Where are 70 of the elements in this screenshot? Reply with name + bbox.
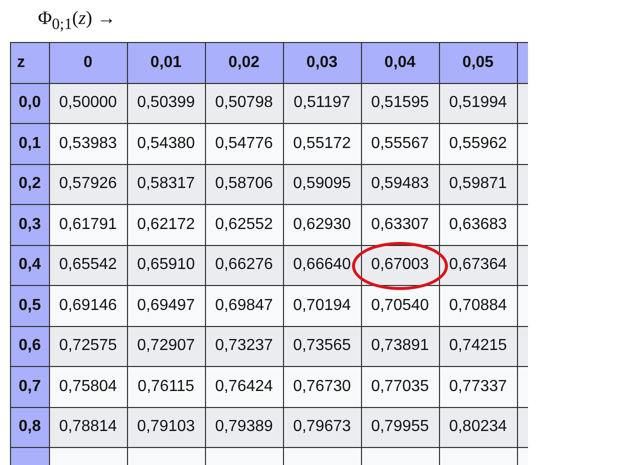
- table-cell: 0,66276: [205, 245, 283, 286]
- table-cell: 0,65542: [49, 245, 127, 286]
- table-cell: 0,79389: [205, 407, 283, 448]
- table-cell: 0,54380: [127, 124, 205, 164]
- table-cell: 0,51595: [361, 83, 439, 124]
- row-header: 0,8: [10, 407, 49, 448]
- table-cell: 0,79673: [283, 407, 361, 448]
- table-cell: 0,80234: [439, 407, 517, 448]
- table-cell: 0,70194: [283, 286, 361, 326]
- row-header: 0,2: [10, 164, 49, 204]
- column-header: 0,04: [361, 42, 439, 83]
- table-cell: 0,58706: [205, 164, 283, 204]
- table-cell: 0,76730: [283, 366, 361, 407]
- table-cell: 0,50000: [49, 83, 127, 124]
- table-cell: 0,69847: [205, 286, 283, 326]
- table-cell: 0,76424: [205, 366, 283, 407]
- row-header: 0,4: [10, 245, 49, 286]
- row-header: 0,1: [10, 124, 49, 164]
- table-cell: 0,58317: [127, 164, 205, 204]
- table-cell: 0,77337: [439, 366, 517, 407]
- column-header: 0: [49, 42, 127, 83]
- table-cell: 0,70540: [361, 286, 439, 326]
- table-cell: 0,61791: [49, 204, 127, 245]
- table-cell: 0,75804: [49, 366, 127, 407]
- table-cell: 0,76115: [127, 366, 205, 407]
- formula-title: Φ$_{0;1}$(z) →: [37, 7, 116, 35]
- table-cell: 0,59483: [361, 164, 439, 204]
- table-cell: 0,59095: [283, 164, 361, 204]
- table-cell: 0,69146: [49, 286, 127, 326]
- table-cell: 0,73891: [361, 326, 439, 366]
- table-cell: 0,63307: [361, 204, 439, 245]
- column-header: 0,03: [283, 42, 361, 83]
- table-cell: 0,78814: [49, 407, 127, 448]
- column-header: z: [10, 42, 49, 83]
- table-cell: 0,54776: [205, 124, 283, 164]
- row-header: 0,7: [10, 366, 49, 407]
- row-header: 0,3: [10, 204, 49, 245]
- row-header: 0,5: [10, 286, 49, 326]
- table-cell: 0,57926: [49, 164, 127, 204]
- table-cell: 0,69497: [127, 286, 205, 326]
- table-cell: 0,70884: [439, 286, 517, 326]
- table-cell: 0,53983: [49, 124, 127, 164]
- table-cell: 0,79955: [361, 407, 439, 448]
- table-cell: 0,55962: [439, 124, 517, 164]
- table-cell: 0,72907: [127, 326, 205, 366]
- table-cell: 0,63683: [439, 204, 517, 245]
- row-header: 0,0: [10, 83, 49, 124]
- table-cell: 0,66640: [283, 245, 361, 286]
- column-header: 0,05: [439, 42, 517, 83]
- table-cell: 0,62552: [205, 204, 283, 245]
- table-cell: 0,62172: [127, 204, 205, 245]
- table-cell: 0,77035: [361, 366, 439, 407]
- table-cell: 0,55172: [283, 124, 361, 164]
- column-header: 0,02: [205, 42, 283, 83]
- table-cell: 0,55567: [361, 124, 439, 164]
- table-cell: 0,73565: [283, 326, 361, 366]
- row-header: 0,6: [10, 326, 49, 366]
- table-cell: 0,50798: [205, 83, 283, 124]
- table-cell: 0,73237: [205, 326, 283, 366]
- table-cell: 0,50399: [127, 83, 205, 124]
- table-cell: 0,65910: [127, 245, 205, 286]
- table-cell: 0,67364: [439, 245, 517, 286]
- table-cell: 0,74215: [439, 326, 517, 366]
- table-cell: 0,51197: [283, 83, 361, 124]
- table-cell: 0,62930: [283, 204, 361, 245]
- table-cell: 0,79103: [127, 407, 205, 448]
- table-cell: 0,51994: [439, 83, 517, 124]
- table-cell: 0,72575: [49, 326, 127, 366]
- column-header: 0,01: [127, 42, 205, 83]
- table-cell: 0,59871: [439, 164, 517, 204]
